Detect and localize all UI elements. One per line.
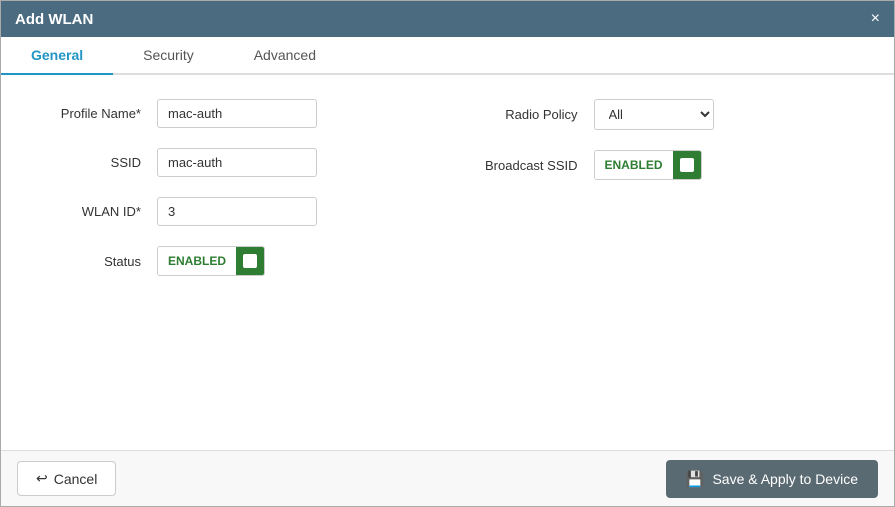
tab-advanced[interactable]: Advanced — [224, 37, 346, 75]
profile-name-row: Profile Name* — [31, 99, 428, 128]
ssid-row: SSID — [31, 148, 428, 177]
close-button[interactable]: × — [871, 11, 880, 27]
broadcast-ssid-toggle-label: ENABLED — [595, 151, 673, 179]
status-toggle-knob — [243, 254, 257, 268]
modal-title: Add WLAN — [15, 11, 93, 28]
tab-security[interactable]: Security — [113, 37, 224, 75]
broadcast-ssid-toggle[interactable]: ENABLED — [594, 150, 702, 180]
modal-header: Add WLAN × — [1, 1, 894, 37]
cancel-label: Cancel — [54, 471, 98, 487]
form-grid: Profile Name* SSID WLAN ID* Status — [31, 99, 864, 276]
status-row: Status ENABLED — [31, 246, 428, 276]
left-column: Profile Name* SSID WLAN ID* Status — [31, 99, 428, 276]
broadcast-ssid-toggle-switch[interactable] — [673, 151, 701, 179]
save-apply-button[interactable]: 💾 Save & Apply to Device — [666, 460, 878, 498]
modal-footer: ↩ Cancel 💾 Save & Apply to Device — [1, 450, 894, 506]
radio-policy-select[interactable]: All 2.4 GHz 5 GHz 6 GHz — [594, 99, 714, 130]
profile-name-label: Profile Name* — [31, 106, 141, 121]
broadcast-ssid-toggle-knob — [680, 158, 694, 172]
right-column: Radio Policy All 2.4 GHz 5 GHz 6 GHz Bro… — [468, 99, 865, 276]
save-icon: 💾 — [686, 470, 705, 488]
wlan-id-label: WLAN ID* — [31, 204, 141, 219]
profile-name-input[interactable] — [157, 99, 317, 128]
modal-body: Profile Name* SSID WLAN ID* Status — [1, 75, 894, 450]
status-toggle-switch[interactable] — [236, 247, 264, 275]
save-label: Save & Apply to Device — [712, 471, 858, 487]
status-toggle[interactable]: ENABLED — [157, 246, 265, 276]
radio-policy-label: Radio Policy — [468, 107, 578, 122]
tab-bar: General Security Advanced — [1, 37, 894, 75]
ssid-label: SSID — [31, 155, 141, 170]
status-toggle-label: ENABLED — [158, 247, 236, 275]
wlan-id-input[interactable] — [157, 197, 317, 226]
ssid-input[interactable] — [157, 148, 317, 177]
add-wlan-modal: Add WLAN × General Security Advanced Pro… — [0, 0, 895, 507]
wlan-id-row: WLAN ID* — [31, 197, 428, 226]
radio-policy-row: Radio Policy All 2.4 GHz 5 GHz 6 GHz — [468, 99, 865, 130]
tab-general[interactable]: General — [1, 37, 113, 75]
broadcast-ssid-label: Broadcast SSID — [468, 158, 578, 173]
cancel-button[interactable]: ↩ Cancel — [17, 461, 116, 496]
status-label: Status — [31, 254, 141, 269]
cancel-icon: ↩ — [36, 470, 48, 487]
broadcast-ssid-row: Broadcast SSID ENABLED — [468, 150, 865, 180]
